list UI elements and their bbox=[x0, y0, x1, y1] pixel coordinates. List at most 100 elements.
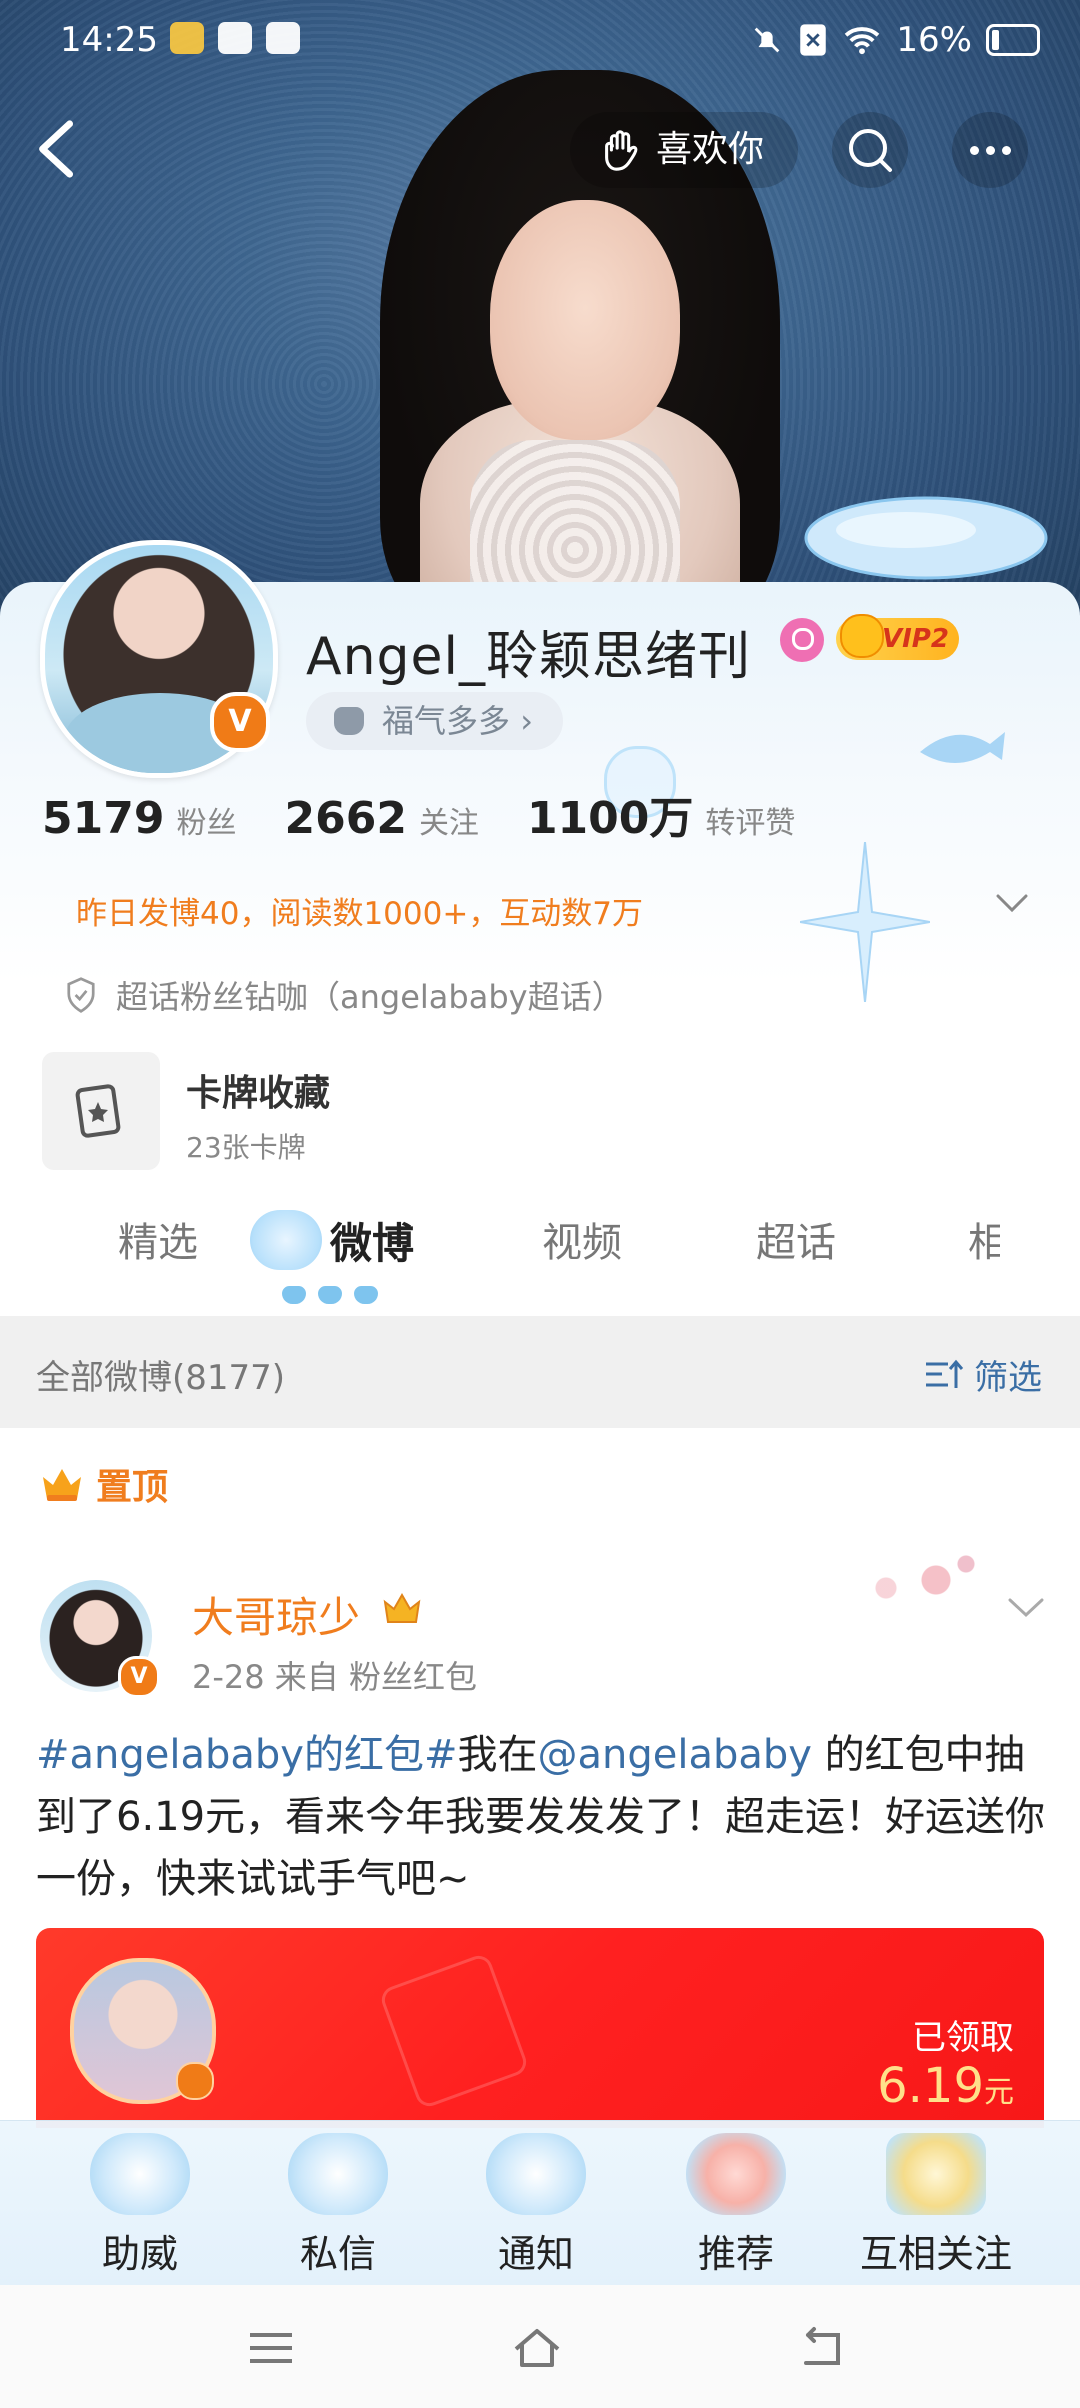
jellyfish-decoration-icon bbox=[804, 496, 1048, 580]
author-crown-icon bbox=[383, 1592, 421, 1623]
post-mention-link[interactable]: @angelababy bbox=[537, 1732, 811, 1778]
red-packet-verified-icon bbox=[176, 2062, 214, 2100]
toolbar-cheer-button[interactable]: 助威 bbox=[40, 2121, 240, 2286]
card-star-icon bbox=[75, 1084, 121, 1138]
status-right: 16% bbox=[750, 20, 1040, 60]
toolbar-recommend-button[interactable]: 推荐 bbox=[636, 2121, 836, 2286]
tab-super-topic[interactable]: 超话 bbox=[756, 1210, 836, 1268]
more-dots-icon bbox=[952, 112, 1028, 188]
stat-following-label: 关注 bbox=[418, 806, 479, 841]
pinned-crown-icon bbox=[43, 1469, 81, 1501]
post-menu-chevron-icon[interactable] bbox=[1006, 1594, 1046, 1622]
toolbar-notify-label: 通知 bbox=[497, 2232, 574, 2276]
weibo-app-icon bbox=[170, 22, 204, 54]
lucky-bag-icon bbox=[334, 707, 364, 735]
toolbar-cheer-label: 助威 bbox=[101, 2232, 178, 2276]
vip-badge[interactable]: VIP2 bbox=[836, 614, 959, 660]
post-hashtag-link[interactable]: #angelababy的红包# bbox=[36, 1732, 457, 1778]
activity-summary: 昨日发博40，阅读数1000+，互动数7万 bbox=[76, 896, 644, 932]
red-packet-status: 已领取 bbox=[912, 2018, 1014, 2058]
status-time: 14:25 bbox=[60, 20, 158, 60]
vip-label: VIP2 bbox=[882, 624, 949, 654]
stat-interactions-num: 1100万 bbox=[526, 793, 694, 844]
profile-tabs: 精选 微博 视频 超话 相 bbox=[0, 1210, 1080, 1310]
toolbar-notify-button[interactable]: 通知 bbox=[436, 2121, 636, 2286]
cherry-blossom-decoration bbox=[796, 1540, 996, 1620]
red-packet-unit: 元 bbox=[984, 2075, 1014, 2110]
post-meta: 2-28 来自 粉丝红包 bbox=[192, 1658, 477, 1696]
fuqi-label: 福气多多 bbox=[382, 702, 511, 740]
profile-stats: 5179 粉丝 2662 关注 1100万 转评赞 bbox=[42, 782, 843, 846]
red-packet-amount-line: 6.19元 bbox=[877, 2058, 1014, 2114]
battery-icon bbox=[986, 24, 1040, 56]
shield-icon bbox=[67, 977, 95, 1013]
filter-bar: 全部微博(8177) 筛选 bbox=[0, 1316, 1080, 1428]
status-app-icons bbox=[170, 22, 300, 54]
butterfly-notify-icon bbox=[486, 2133, 586, 2215]
female-gender-icon bbox=[780, 618, 824, 662]
super-topic-line[interactable]: 超话粉丝钻咖（angelababy超话） bbox=[64, 972, 624, 1018]
tab-video[interactable]: 视频 bbox=[542, 1210, 622, 1268]
stat-following[interactable]: 2662 关注 bbox=[284, 793, 478, 844]
fuqi-tag-button[interactable]: 福气多多 › bbox=[306, 692, 563, 750]
sparkle-decoration-icon bbox=[800, 842, 930, 1002]
stat-fans-num: 5179 bbox=[42, 793, 165, 844]
chevron-right-icon: › bbox=[520, 702, 533, 740]
status-bar: 14:25 16% bbox=[0, 0, 1080, 80]
bot-icon bbox=[218, 22, 252, 54]
more-button[interactable] bbox=[952, 112, 1028, 188]
sim-off-icon bbox=[800, 24, 827, 56]
system-nav-bar bbox=[0, 2285, 1080, 2408]
red-packet-envelope-icon bbox=[377, 1951, 531, 2111]
home-icon[interactable] bbox=[512, 2325, 562, 2371]
back-arrow-icon[interactable] bbox=[30, 118, 86, 180]
card-collection-count: 23张卡牌 bbox=[186, 1131, 306, 1164]
post-verified-badge-icon: V bbox=[118, 1656, 160, 1698]
stat-following-num: 2662 bbox=[284, 793, 407, 844]
filter-button[interactable]: 筛选 bbox=[924, 1350, 1042, 1399]
tab-featured[interactable]: 精选 bbox=[118, 1210, 198, 1268]
tab-weibo[interactable]: 微博 bbox=[330, 1210, 414, 1271]
like-you-button[interactable]: 喜欢你 bbox=[570, 112, 799, 188]
red-packet-card[interactable]: 已领取 6.19元 bbox=[36, 1928, 1044, 2128]
toolbar-message-label: 私信 bbox=[299, 2232, 376, 2276]
pinned-label: 置顶 bbox=[40, 1458, 168, 1510]
fish-recommend-icon bbox=[686, 2133, 786, 2215]
banner-photo-face bbox=[490, 200, 680, 440]
toolbar-mutual-follow-label: 互相关注 bbox=[859, 2232, 1012, 2276]
jellyfish-message-icon bbox=[288, 2133, 388, 2215]
active-tab-hearts-icon bbox=[282, 1286, 378, 1304]
profile-username: Angel_聆颖思绪刊 bbox=[306, 627, 751, 687]
post-body: #angelababy的红包#我在@angelababy 的红包中抽到了6.19… bbox=[36, 1724, 1046, 1910]
stat-interactions[interactable]: 1100万 转评赞 bbox=[527, 782, 795, 846]
notebook-icon bbox=[266, 22, 300, 54]
back-nav-icon[interactable] bbox=[798, 2325, 848, 2371]
toolbar-recommend-label: 推荐 bbox=[697, 2232, 774, 2276]
pinned-text: 置顶 bbox=[96, 1467, 169, 1508]
hand-wave-icon bbox=[605, 130, 638, 171]
card-collection-icon-box[interactable] bbox=[42, 1052, 160, 1170]
red-packet-amount: 6.19 bbox=[877, 2058, 984, 2114]
filter-sort-icon bbox=[926, 1359, 964, 1388]
card-collection-title[interactable]: 卡牌收藏 bbox=[186, 1064, 330, 1116]
expand-chevron-icon[interactable] bbox=[994, 890, 1030, 918]
puppy-cheer-icon bbox=[90, 2133, 190, 2215]
bottom-toolbar: 助威 私信 通知 推荐 互相关注 bbox=[0, 2120, 1080, 2286]
filter-label: 筛选 bbox=[974, 1358, 1042, 1398]
post-text-mid: 我在 bbox=[457, 1732, 538, 1778]
tab-album-partial[interactable]: 相 bbox=[968, 1210, 1000, 1268]
fish-decoration-icon bbox=[920, 732, 1005, 763]
mute-bell-icon bbox=[755, 27, 780, 53]
stat-fans-label: 粉丝 bbox=[176, 806, 237, 841]
verified-badge-icon: V bbox=[210, 692, 270, 752]
wifi-icon bbox=[845, 27, 880, 55]
menu-icon[interactable] bbox=[246, 2325, 296, 2371]
all-weibo-count[interactable]: 全部微博(8177) bbox=[36, 1350, 285, 1399]
toolbar-mutual-follow-button[interactable]: 互相关注 bbox=[836, 2121, 1036, 2286]
search-button[interactable] bbox=[832, 112, 908, 188]
stat-interactions-label: 转评赞 bbox=[705, 806, 796, 841]
toolbar-message-button[interactable]: 私信 bbox=[238, 2121, 438, 2286]
super-topic-label: 超话粉丝钻咖（angelababy超话） bbox=[116, 978, 624, 1016]
post-author-name[interactable]: 大哥琼少 bbox=[192, 1584, 360, 1645]
stat-fans[interactable]: 5179 粉丝 bbox=[42, 793, 236, 844]
